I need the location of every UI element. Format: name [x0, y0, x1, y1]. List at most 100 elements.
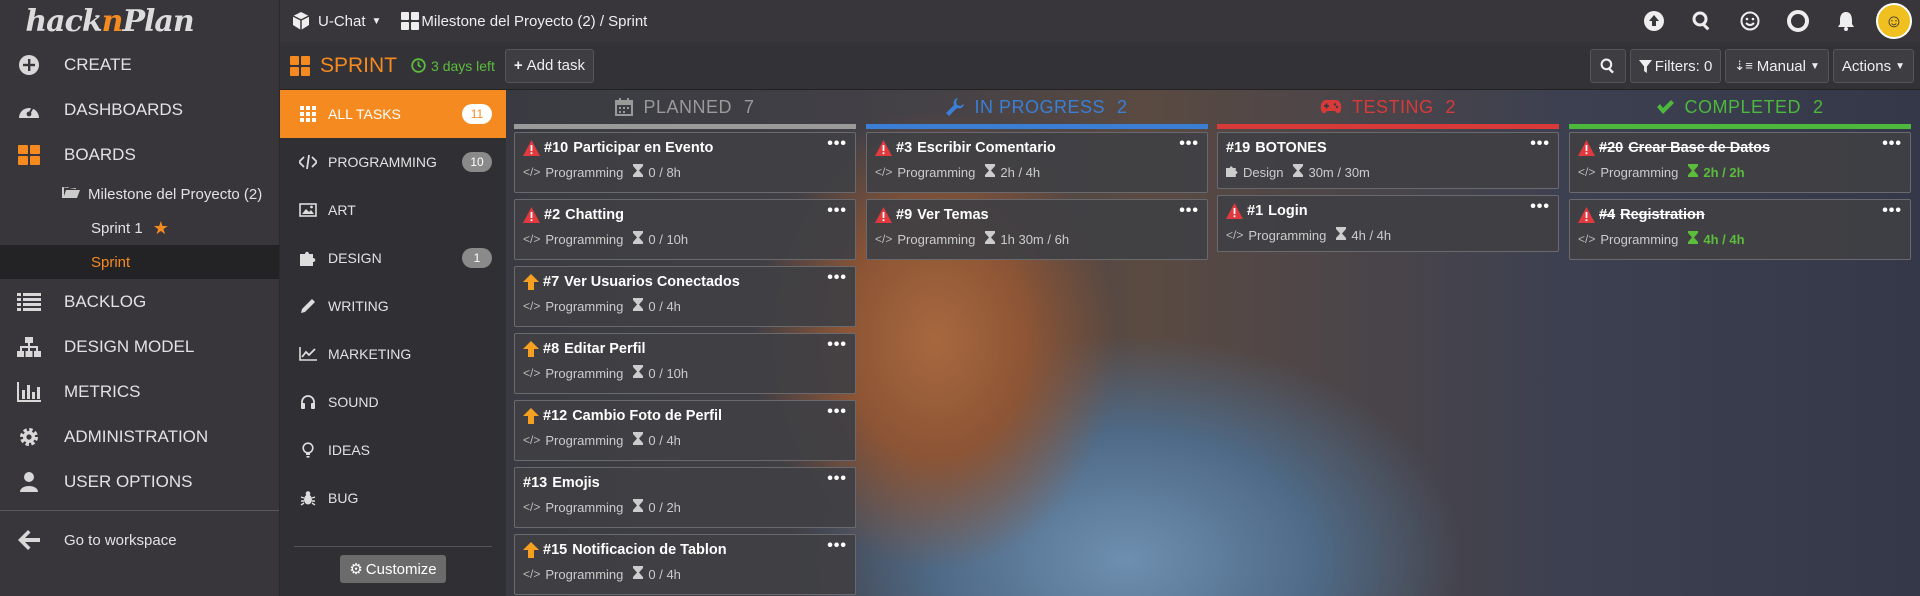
plus-icon: +: [513, 57, 523, 74]
task-card[interactable]: #20 Crear Base de Datos </> Programming 2h /…: [1569, 132, 1911, 193]
task-card[interactable]: #10 Participar en Evento </> Programming 0 /…: [514, 132, 856, 193]
task-title: Editar Perfil: [564, 341, 646, 357]
task-title-row: #9 Ver Temas: [875, 207, 1199, 223]
column-count: 7: [744, 96, 755, 117]
category-count-badge: 11: [462, 104, 492, 124]
caret-down-icon: ▼: [1895, 60, 1905, 72]
column-header[interactable]: COMPLETED 2: [1567, 90, 1913, 124]
card-menu-icon[interactable]: •••: [1882, 202, 1902, 220]
nav-metrics-label: METRICS: [64, 381, 141, 401]
nav-user-options[interactable]: USER OPTIONS: [0, 459, 279, 504]
nav-backlog[interactable]: BACKLOG: [0, 279, 279, 324]
sort-icon: ⇣≡: [1734, 58, 1753, 73]
task-card[interactable]: #13 Emojis </> Programming 0 / 2h •••: [514, 467, 856, 528]
hacknplan-logo[interactable]: hack n Plan: [0, 0, 279, 42]
task-estimate: 0 / 4h: [648, 566, 681, 582]
category-all-tasks[interactable]: ALL TASKS 11: [280, 90, 506, 138]
task-card[interactable]: #19 BOTONES Design 30m / 30m •••: [1217, 132, 1559, 189]
category-programming[interactable]: PROGRAMMING 10: [280, 138, 506, 186]
breadcrumb[interactable]: Milestone del Proyecto (2) / Sprint: [401, 12, 647, 30]
sitemap-icon: [14, 335, 44, 359]
category-design[interactable]: DESIGN 1: [280, 234, 506, 282]
card-menu-icon[interactable]: •••: [1179, 202, 1199, 220]
task-card[interactable]: #2 Chatting </> Programming 0 / 10h •••: [514, 199, 856, 260]
task-title-row: #12 Cambio Foto de Perfil: [523, 408, 847, 424]
card-menu-icon[interactable]: •••: [827, 537, 847, 555]
task-card[interactable]: #8 Editar Perfil </> Programming 0 / 10h •••: [514, 333, 856, 394]
upload-arrow-icon[interactable]: [1630, 0, 1678, 42]
card-menu-icon[interactable]: •••: [827, 470, 847, 488]
task-card[interactable]: #3 Escribir Comentario </> Programming 2h / …: [866, 132, 1208, 193]
hourglass-icon: [633, 298, 644, 314]
sort-button[interactable]: ⇣≡ Manual ▼: [1725, 49, 1829, 83]
nav-metrics[interactable]: METRICS: [0, 369, 279, 414]
column-header[interactable]: PLANNED 7: [512, 90, 858, 124]
card-menu-icon[interactable]: •••: [1530, 198, 1550, 216]
task-card[interactable]: #1 Login </> Programming 4h / 4h •••: [1217, 195, 1559, 252]
top-icons: ☺: [1630, 0, 1920, 42]
hourglass-icon: [985, 231, 996, 247]
customize-button[interactable]: ⚙ Customize: [340, 555, 446, 583]
category-marketing[interactable]: MARKETING: [280, 330, 506, 378]
smiley-icon[interactable]: [1726, 0, 1774, 42]
task-category: Programming: [897, 164, 976, 180]
lifebuoy-icon[interactable]: [1774, 0, 1822, 42]
card-menu-icon[interactable]: •••: [827, 269, 847, 287]
hourglass-icon: [633, 566, 644, 582]
hourglass-icon: [633, 231, 644, 247]
column-header[interactable]: IN PROGRESS 2: [864, 90, 1210, 124]
category-bug[interactable]: BUG: [280, 474, 506, 522]
card-menu-icon[interactable]: •••: [827, 135, 847, 153]
nav-boards[interactable]: BOARDS: [0, 132, 279, 177]
search-icon[interactable]: [1678, 0, 1726, 42]
task-meta: </> Programming 0 / 8h: [523, 164, 847, 180]
grid-icon: [298, 106, 318, 122]
search-button[interactable]: [1589, 49, 1626, 83]
task-estimate: 0 / 2h: [648, 499, 681, 515]
nav-create[interactable]: CREATE: [0, 42, 279, 87]
task-card[interactable]: #7 Ver Usuarios Conectados </> Programming 0…: [514, 266, 856, 327]
category-art[interactable]: ART: [280, 186, 506, 234]
card-menu-icon[interactable]: •••: [1179, 135, 1199, 153]
task-title: Cambio Foto de Perfil: [572, 408, 723, 424]
task-card[interactable]: #4 Registration </> Programming 4h / 4h •••: [1569, 199, 1911, 260]
puzzle-icon: [1226, 165, 1238, 180]
nav-administration[interactable]: ADMINISTRATION: [0, 414, 279, 459]
add-task-label: Add task: [526, 57, 585, 74]
nav-user-options-label: USER OPTIONS: [64, 471, 193, 491]
boards-icon: [14, 143, 44, 167]
add-task-button[interactable]: + Add task: [504, 48, 594, 83]
task-category: Programming: [545, 164, 624, 180]
nav-dashboards[interactable]: DASHBOARDS: [0, 87, 279, 132]
card-menu-icon[interactable]: •••: [827, 403, 847, 421]
project-selector[interactable]: U-Chat ▼: [292, 12, 381, 30]
star-icon[interactable]: ★: [153, 218, 169, 239]
card-menu-icon[interactable]: •••: [1530, 135, 1550, 153]
column-header[interactable]: TESTING 2: [1215, 90, 1561, 124]
category-ideas[interactable]: IDEAS: [280, 426, 506, 474]
card-menu-icon[interactable]: •••: [827, 336, 847, 354]
card-menu-icon[interactable]: •••: [827, 202, 847, 220]
nav-milestone[interactable]: Milestone del Proyecto (2): [0, 177, 279, 211]
nav-design-model[interactable]: DESIGN MODEL: [0, 324, 279, 369]
actions-button[interactable]: Actions ▼: [1832, 49, 1914, 83]
nav-go-to-workspace[interactable]: Go to workspace: [0, 511, 279, 569]
avatar[interactable]: ☺: [1876, 3, 1912, 39]
category-sound[interactable]: SOUND: [280, 378, 506, 426]
task-card[interactable]: #12 Cambio Foto de Perfil </> Programming 0 …: [514, 400, 856, 461]
task-title-row: #13 Emojis: [523, 475, 847, 491]
gamepad-icon: [1320, 99, 1352, 115]
filters-button[interactable]: Filters: 0: [1629, 49, 1722, 83]
column-name: TESTING: [1351, 96, 1434, 117]
sprint-board: PLANNED 7 #10 Participar en Evento </> Progra…: [506, 90, 1920, 596]
nav-sprint-1[interactable]: Sprint 1 ★: [0, 211, 279, 245]
card-menu-icon[interactable]: •••: [1882, 135, 1902, 153]
bell-icon[interactable]: [1822, 0, 1870, 42]
gear-icon: [14, 425, 44, 449]
task-category: Programming: [1248, 227, 1327, 243]
task-card[interactable]: #15 Notificacion de Tablon </> Programming 0…: [514, 534, 856, 595]
nav-sprint[interactable]: Sprint: [0, 245, 279, 279]
hourglass-icon: [1336, 227, 1347, 243]
category-writing[interactable]: WRITING: [280, 282, 506, 330]
task-card[interactable]: #9 Ver Temas </> Programming 1h 30m / 6h •••: [866, 199, 1208, 260]
